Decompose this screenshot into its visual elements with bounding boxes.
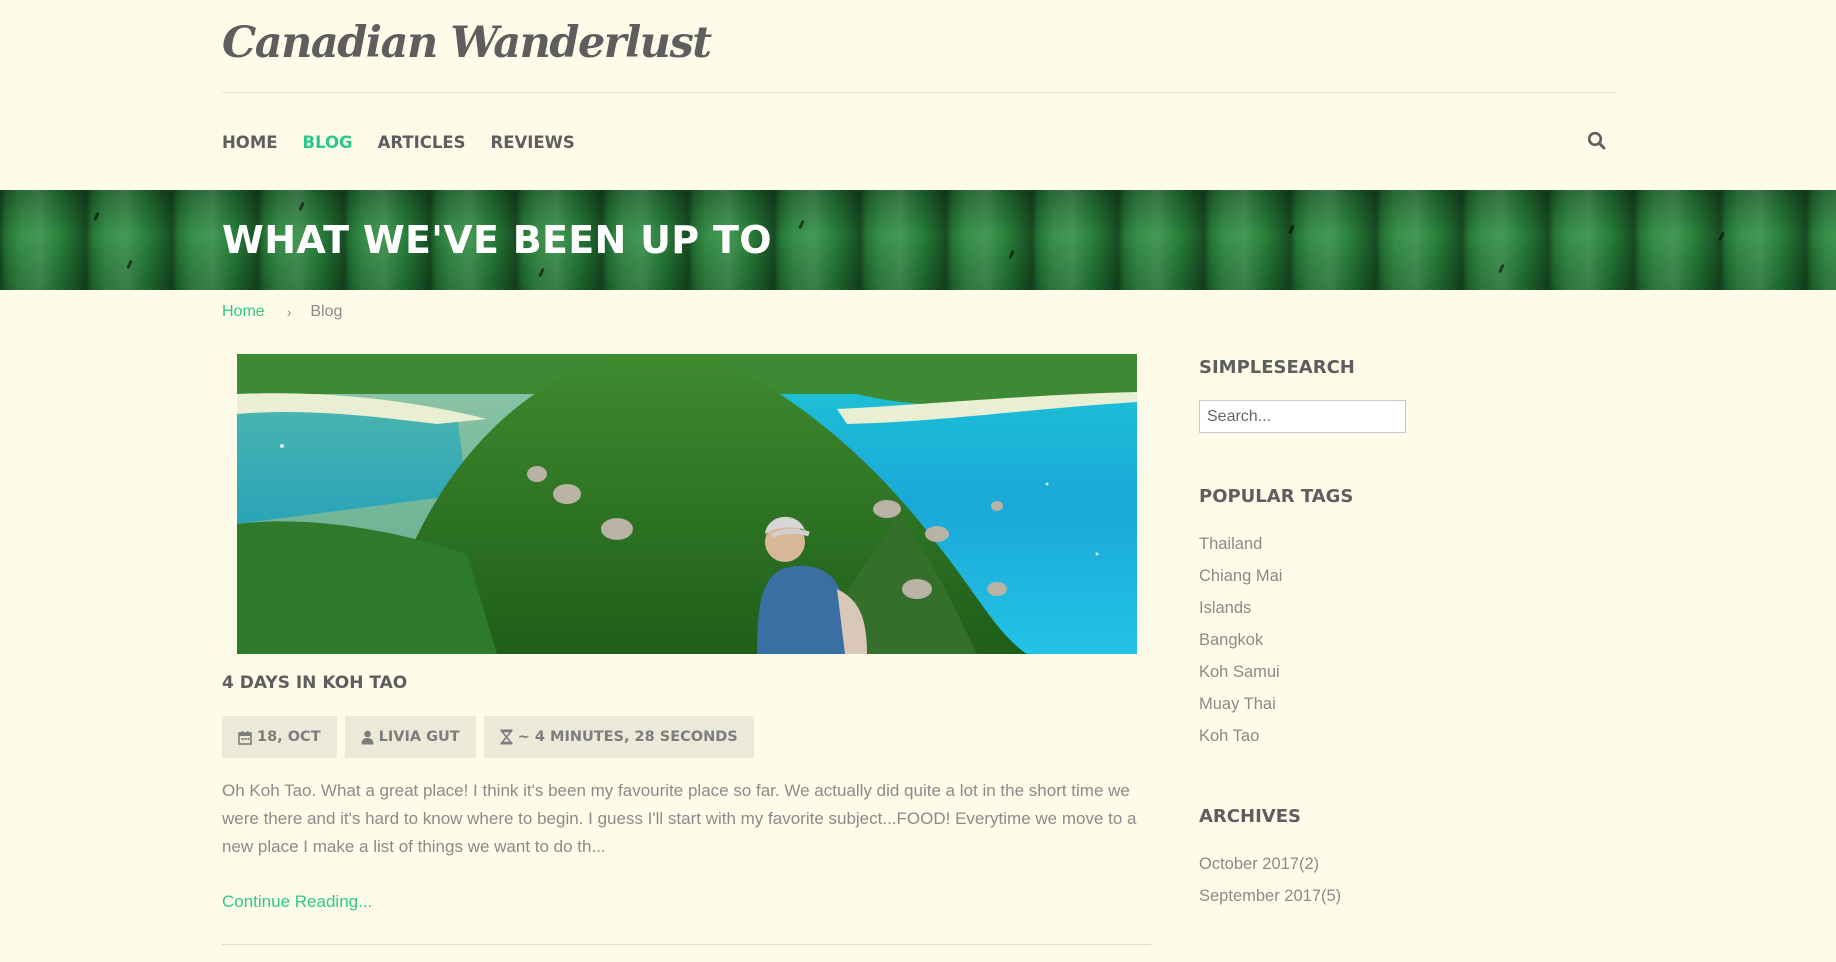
post-title[interactable]: 4 DAYS IN KOH TAO (222, 673, 407, 693)
tags-widget-heading: POPULAR TAGS (1199, 486, 1354, 507)
tag-link-koh-samui[interactable]: Koh Samui (1199, 656, 1282, 688)
breadcrumb: Home › Blog (222, 303, 342, 321)
tag-link-koh-tao[interactable]: Koh Tao (1199, 720, 1282, 752)
site-title[interactable]: Canadian Wanderlust (222, 18, 712, 68)
breadcrumb-home[interactable]: Home (222, 303, 265, 321)
archive-link-october-2017[interactable]: October 2017(2) (1199, 848, 1341, 880)
nav-item-reviews[interactable]: REVIEWS (491, 133, 575, 152)
hero-banner: WHAT WE'VE BEEN UP TO (0, 190, 1836, 290)
tag-link-thailand[interactable]: Thailand (1199, 528, 1282, 560)
post-author-badge: LIVIA GUT (344, 716, 476, 758)
continue-reading-link[interactable]: Continue Reading... (222, 892, 372, 912)
tag-link-muay-thai[interactable]: Muay Thai (1199, 688, 1282, 720)
breadcrumb-separator: › (286, 304, 292, 320)
post-author: LIVIA GUT (378, 729, 460, 745)
tag-link-islands[interactable]: Islands (1199, 592, 1282, 624)
tags-list: Thailand Chiang Mai Islands Bangkok Koh … (1199, 528, 1282, 752)
search-icon[interactable] (1586, 130, 1608, 152)
tag-link-bangkok[interactable]: Bangkok (1199, 624, 1282, 656)
post-meta: 18, OCT LIVIA GUT ~ 4 MINUTES, 28 SECOND… (222, 716, 754, 758)
archives-list: October 2017(2) September 2017(5) (1199, 848, 1341, 912)
hero-title: WHAT WE'VE BEEN UP TO (222, 218, 772, 262)
post-readtime-badge: ~ 4 MINUTES, 28 SECONDS (483, 716, 754, 758)
archive-link-september-2017[interactable]: September 2017(5) (1199, 880, 1341, 912)
calendar-icon (238, 730, 252, 745)
post-read-time: ~ 4 MINUTES, 28 SECONDS (517, 729, 738, 745)
nav-item-blog[interactable]: BLOG (303, 133, 353, 152)
main-nav: HOME BLOG ARTICLES REVIEWS (222, 133, 575, 152)
search-input[interactable] (1199, 400, 1406, 433)
post-date: 18, OCT (257, 729, 321, 745)
post-date-badge: 18, OCT (222, 716, 337, 758)
tag-link-chiang-mai[interactable]: Chiang Mai (1199, 560, 1282, 592)
header-divider (222, 92, 1616, 93)
search-widget-heading: SIMPLESEARCH (1199, 357, 1355, 378)
hourglass-icon (500, 729, 513, 745)
nav-item-articles[interactable]: ARTICLES (378, 133, 466, 152)
post-featured-image[interactable] (237, 354, 1137, 654)
archives-widget-heading: ARCHIVES (1199, 806, 1301, 827)
post-excerpt: Oh Koh Tao. What a great place! I think … (222, 781, 1137, 856)
breadcrumb-current: Blog (310, 303, 343, 320)
nav-item-home[interactable]: HOME (222, 133, 278, 152)
user-icon (361, 730, 374, 745)
post-divider (222, 944, 1151, 945)
